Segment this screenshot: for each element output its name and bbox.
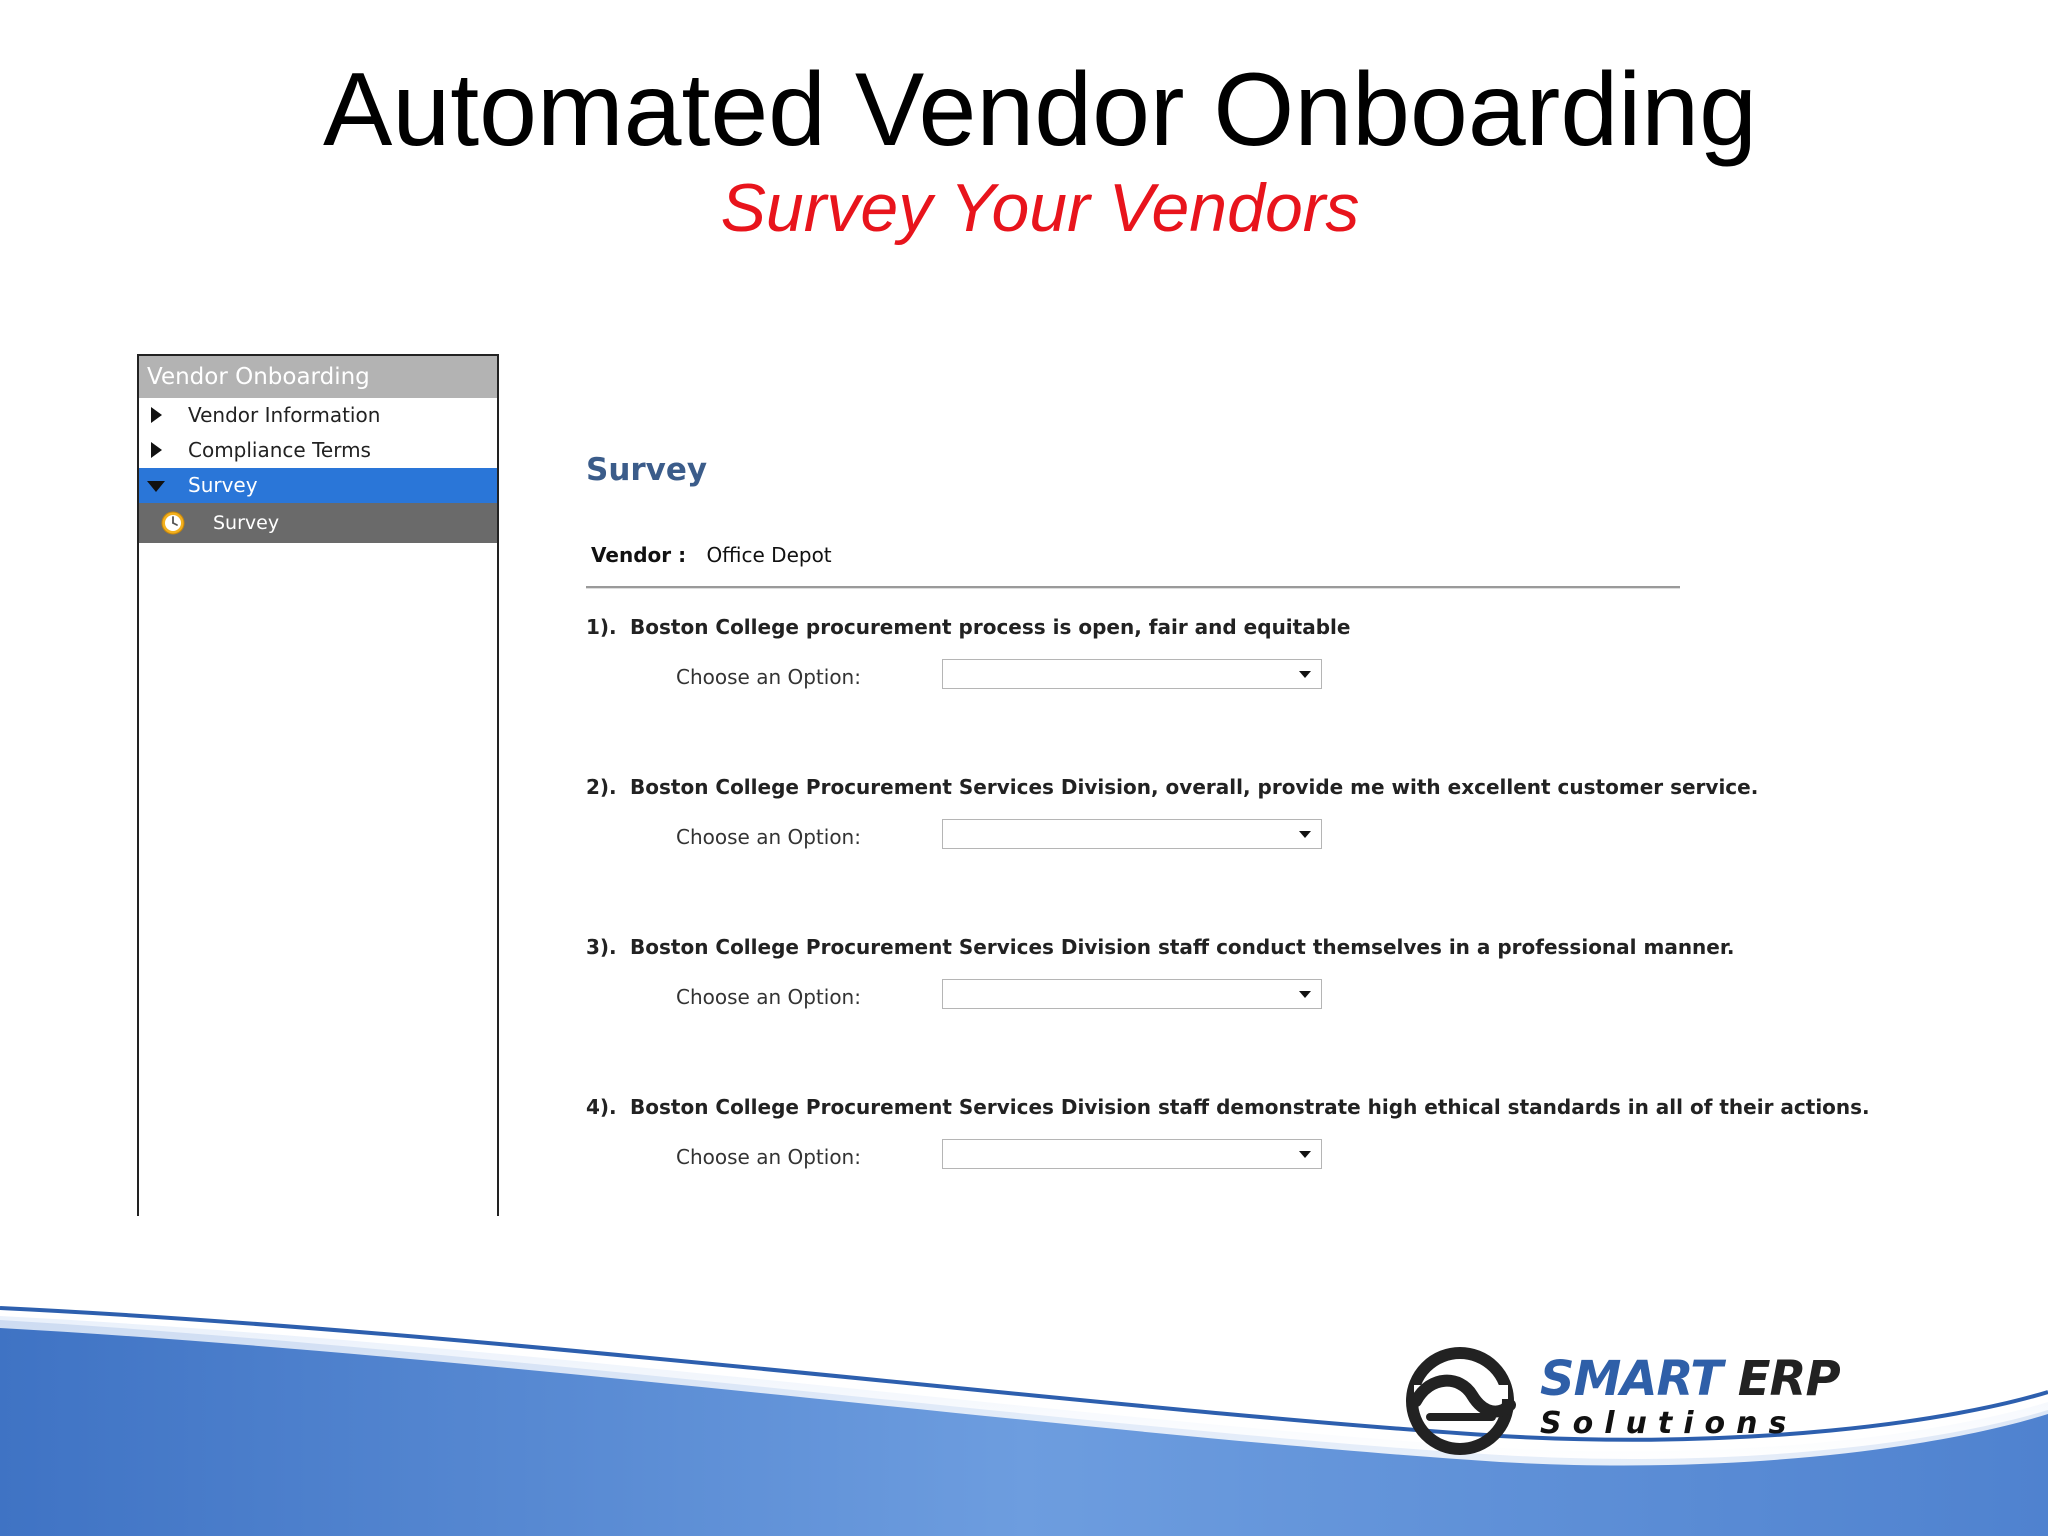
option-dropdown-4[interactable] (942, 1139, 1322, 1169)
question-text: 2). Boston College Procurement Services D… (586, 775, 1816, 799)
nav-panel: Vendor Onboarding Vendor Information Com… (137, 354, 499, 1216)
logo-erp: ERP (1737, 1351, 1841, 1407)
logo-smart: SMART (1540, 1351, 1723, 1407)
option-label: Choose an Option: (676, 825, 861, 849)
logo-name: SMART ERP (1540, 1351, 1841, 1407)
nav-item-compliance-terms[interactable]: Compliance Terms (139, 433, 497, 468)
vendor-row: Vendor : Office Depot (591, 543, 832, 567)
chevron-down-icon (1299, 831, 1311, 838)
chevron-down-icon (1299, 671, 1311, 678)
nav-header: Vendor Onboarding (139, 356, 497, 398)
survey-heading: Survey (586, 452, 708, 488)
question-label: Boston College procurement process is op… (630, 615, 1351, 639)
divider (586, 586, 1680, 589)
nav-item-label: Survey (188, 473, 258, 497)
survey-question: 2). Boston College Procurement Services D… (586, 775, 1816, 853)
nav-subitem-survey[interactable]: Survey (139, 503, 497, 543)
question-number: 1). (586, 615, 617, 639)
vendor-label: Vendor : (591, 543, 687, 567)
expand-arrow-icon (151, 407, 162, 423)
nav-item-vendor-information[interactable]: Vendor Information (139, 398, 497, 433)
vendor-value: Office Depot (706, 543, 832, 567)
chevron-down-icon (1299, 1151, 1311, 1158)
question-text: 1). Boston College procurement process is… (586, 615, 1816, 639)
question-text: 4). Boston College Procurement Services D… (586, 1095, 1870, 1119)
question-text: 3). Boston College Procurement Services D… (586, 935, 1816, 959)
company-logo: SMART ERP Solutions (1400, 1345, 1841, 1460)
nav-item-label: Compliance Terms (188, 438, 371, 462)
clock-icon (161, 511, 185, 535)
survey-question: 3). Boston College Procurement Services D… (586, 935, 1816, 1013)
slide-subtitle: Survey Your Vendors (720, 170, 1360, 246)
nav-item-label: Vendor Information (188, 403, 381, 427)
option-row: Choose an Option: (586, 979, 1816, 1013)
survey-question: 1). Boston College procurement process is… (586, 615, 1816, 693)
option-label: Choose an Option: (676, 1145, 861, 1169)
survey-question: 4). Boston College Procurement Services D… (586, 1095, 1870, 1173)
option-label: Choose an Option: (676, 985, 861, 1009)
option-dropdown-2[interactable] (942, 819, 1322, 849)
slide-title: Automated Vendor Onboarding (323, 52, 1757, 168)
question-number: 4). (586, 1095, 617, 1119)
question-number: 2). (586, 775, 617, 799)
question-label: Boston College Procurement Services Divi… (630, 1095, 1870, 1119)
expand-arrow-icon (151, 442, 162, 458)
logo-mark-icon (1406, 1347, 1516, 1455)
question-number: 3). (586, 935, 617, 959)
option-label: Choose an Option: (676, 665, 861, 689)
chevron-down-icon (1299, 991, 1311, 998)
option-row: Choose an Option: (586, 819, 1816, 853)
option-row: Choose an Option: (586, 1139, 1816, 1173)
option-dropdown-1[interactable] (942, 659, 1322, 689)
nav-subitem-label: Survey (213, 512, 280, 534)
collapse-arrow-icon (147, 481, 165, 492)
question-label: Boston College Procurement Services Divi… (630, 935, 1735, 959)
nav-item-survey[interactable]: Survey (139, 468, 497, 503)
option-dropdown-3[interactable] (942, 979, 1322, 1009)
logo-sub: Solutions (1540, 1406, 1798, 1441)
option-row: Choose an Option: (586, 659, 1816, 693)
question-label: Boston College Procurement Services Divi… (630, 775, 1759, 799)
